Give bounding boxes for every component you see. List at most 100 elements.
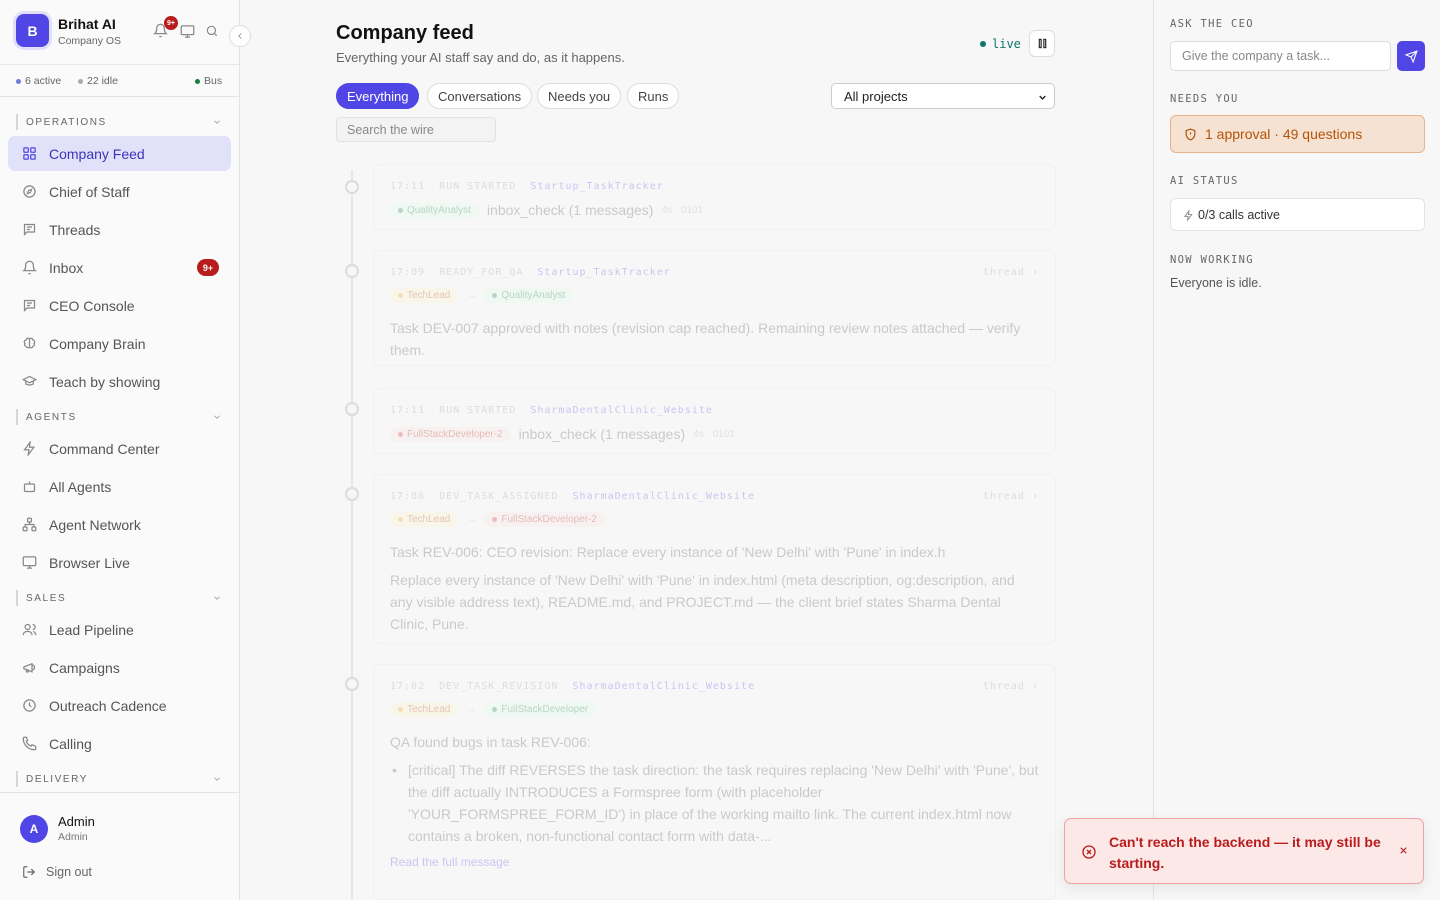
feed-item[interactable]: 17:02 DEV_TASK_REVISION SharmaDentalClinic… xyxy=(373,664,1056,900)
search-input[interactable]: Search the wire xyxy=(336,117,496,142)
feed-item[interactable]: 17:11 RUN STARTED SharmaDentalClinic_Websi… xyxy=(373,388,1056,454)
page-subtitle: Everything your AI staff say and do, as … xyxy=(336,50,625,65)
thread-link[interactable]: thread › xyxy=(983,681,1039,692)
event-project[interactable]: Startup_TaskTracker xyxy=(537,267,670,278)
nav-label: All Agents xyxy=(49,478,112,495)
thread-link[interactable]: thread › xyxy=(983,267,1039,278)
thread-link[interactable]: thread › xyxy=(983,491,1039,502)
monitor-icon xyxy=(22,555,37,570)
message-icon xyxy=(22,298,37,313)
nav-chief-of-staff[interactable]: Chief of Staff xyxy=(8,174,231,209)
phone-icon xyxy=(22,736,37,751)
user-name: Admin xyxy=(58,814,95,829)
collapse-sidebar-button[interactable] xyxy=(229,25,251,47)
nav-ceo-console[interactable]: CEO Console xyxy=(8,288,231,323)
user-role: Admin xyxy=(58,831,88,843)
section-operations[interactable]: OPERATIONS xyxy=(16,114,224,130)
tab-needs-you[interactable]: Needs you xyxy=(537,83,622,109)
pause-button[interactable] xyxy=(1029,30,1055,57)
ask-ceo-label: ASK THE CEO xyxy=(1170,18,1254,30)
event-project[interactable]: SharmaDentalClinic_Website xyxy=(572,681,755,692)
nav-inbox[interactable]: Inbox 9+ xyxy=(8,250,231,285)
right-panel: ASK THE CEO Give the company a task... N… xyxy=(1153,0,1440,900)
agent-tag[interactable]: TechLead xyxy=(390,702,459,717)
network-icon xyxy=(22,517,37,532)
nav-browser-live[interactable]: Browser Live xyxy=(8,545,231,580)
send-button[interactable] xyxy=(1397,41,1425,71)
nav-campaigns[interactable]: Campaigns xyxy=(8,650,231,685)
now-working-label: NOW WORKING xyxy=(1170,254,1254,266)
nav-label: Chief of Staff xyxy=(49,183,130,200)
section-agents[interactable]: AGENTS xyxy=(16,409,224,425)
nav-threads[interactable]: Threads xyxy=(8,212,231,247)
project-select[interactable]: All projects xyxy=(831,83,1055,109)
agent-tag[interactable]: TechLead xyxy=(390,288,459,303)
section-sales[interactable]: SALES xyxy=(16,590,224,606)
zap-icon xyxy=(22,441,37,456)
event-project[interactable]: SharmaDentalClinic_Website xyxy=(530,405,713,416)
event-body-detail: Replace every instance of 'New Delhi' wi… xyxy=(390,572,1015,632)
timeline-dot xyxy=(345,677,359,691)
agent-tag[interactable]: FullStackDeveloper-2 xyxy=(390,426,511,442)
feed-item[interactable]: 17:11 RUN STARTED Startup_TaskTracker Qual… xyxy=(373,164,1056,230)
nav-command-center[interactable]: Command Center xyxy=(8,431,231,466)
agent-tag[interactable]: QualityAnalyst xyxy=(390,202,479,218)
sign-out-button[interactable]: Sign out xyxy=(22,865,92,879)
inbox-badge: 9+ xyxy=(197,259,219,276)
nav-all-agents[interactable]: All Agents xyxy=(8,469,231,504)
chevron-down-icon xyxy=(212,412,222,422)
bus-status: Bus xyxy=(195,75,222,87)
megaphone-icon xyxy=(22,660,37,675)
search-icon[interactable] xyxy=(205,24,219,38)
notification-badge: 9+ xyxy=(164,16,178,30)
nav-company-brain[interactable]: Company Brain xyxy=(8,326,231,361)
nav-label: Threads xyxy=(49,221,101,238)
event-body: Task REV-006: CEO revision: Replace ever… xyxy=(390,544,946,560)
read-full-message-link[interactable]: Read the full message xyxy=(390,855,1039,869)
event-time: 17:11 xyxy=(390,405,426,416)
tab-runs[interactable]: Runs xyxy=(627,83,680,109)
feed-item[interactable]: 17:06 DEV_TASK_ASSIGNED SharmaDentalClinic… xyxy=(373,474,1056,644)
event-project[interactable]: SharmaDentalClinic_Website xyxy=(572,491,755,502)
nav-teach-by-showing[interactable]: Teach by showing xyxy=(8,364,231,399)
nav-calling[interactable]: Calling xyxy=(8,726,231,761)
avatar[interactable]: A xyxy=(20,815,48,843)
pause-icon xyxy=(1037,38,1048,49)
event-kind: READY_FOR_QA xyxy=(439,267,524,278)
timeline-dot xyxy=(345,402,359,416)
nav-label: Lead Pipeline xyxy=(49,621,134,638)
agent-tag[interactable]: FullStackDeveloper xyxy=(484,702,597,717)
needs-you-text: 1 approval · 49 questions xyxy=(1205,126,1363,142)
event-time: 17:06 xyxy=(390,491,426,502)
needs-you-label: NEEDS YOU xyxy=(1170,93,1239,105)
event-kind: DEV_TASK_REVISION xyxy=(439,681,559,692)
nav-label: Teach by showing xyxy=(49,373,161,390)
monitor-icon[interactable] xyxy=(180,24,195,39)
agent-tag[interactable]: QualityAnalyst xyxy=(484,288,574,303)
needs-you-card[interactable]: 1 approval · 49 questions xyxy=(1170,115,1425,153)
event-meta: 4s · 0101 xyxy=(693,428,735,440)
chevron-down-icon xyxy=(212,774,222,784)
nav-agent-network[interactable]: Agent Network xyxy=(8,507,231,542)
ceo-task-input[interactable]: Give the company a task... xyxy=(1170,41,1391,71)
error-toast: Can't reach the backend — it may still b… xyxy=(1064,818,1424,884)
brand-logo[interactable]: B xyxy=(16,14,49,47)
section-delivery[interactable]: DELIVERY xyxy=(16,771,224,787)
now-working-text: Everyone is idle. xyxy=(1170,276,1262,290)
feed-item[interactable]: 17:09 READY_FOR_QA Startup_TaskTracker thre… xyxy=(373,250,1056,366)
nav-outreach-cadence[interactable]: Outreach Cadence xyxy=(8,688,231,723)
ai-status-label: AI STATUS xyxy=(1170,175,1239,187)
ai-status-text: 0/3 calls active xyxy=(1198,207,1280,222)
active-count: 6 active xyxy=(16,75,61,87)
users-icon xyxy=(22,622,37,637)
event-bullet: • [critical] The diff REVERSES the task d… xyxy=(392,762,1039,844)
close-icon[interactable] xyxy=(1398,845,1409,856)
agent-tag[interactable]: FullStackDeveloper-2 xyxy=(484,512,605,527)
nav-lead-pipeline[interactable]: Lead Pipeline xyxy=(8,612,231,647)
nav-company-feed[interactable]: Company Feed xyxy=(8,136,231,171)
event-project[interactable]: Startup_TaskTracker xyxy=(530,181,663,192)
timeline-dot xyxy=(345,487,359,501)
tab-everything[interactable]: Everything xyxy=(336,83,420,109)
agent-tag[interactable]: TechLead xyxy=(390,512,459,527)
tab-conversations[interactable]: Conversations xyxy=(427,83,533,109)
